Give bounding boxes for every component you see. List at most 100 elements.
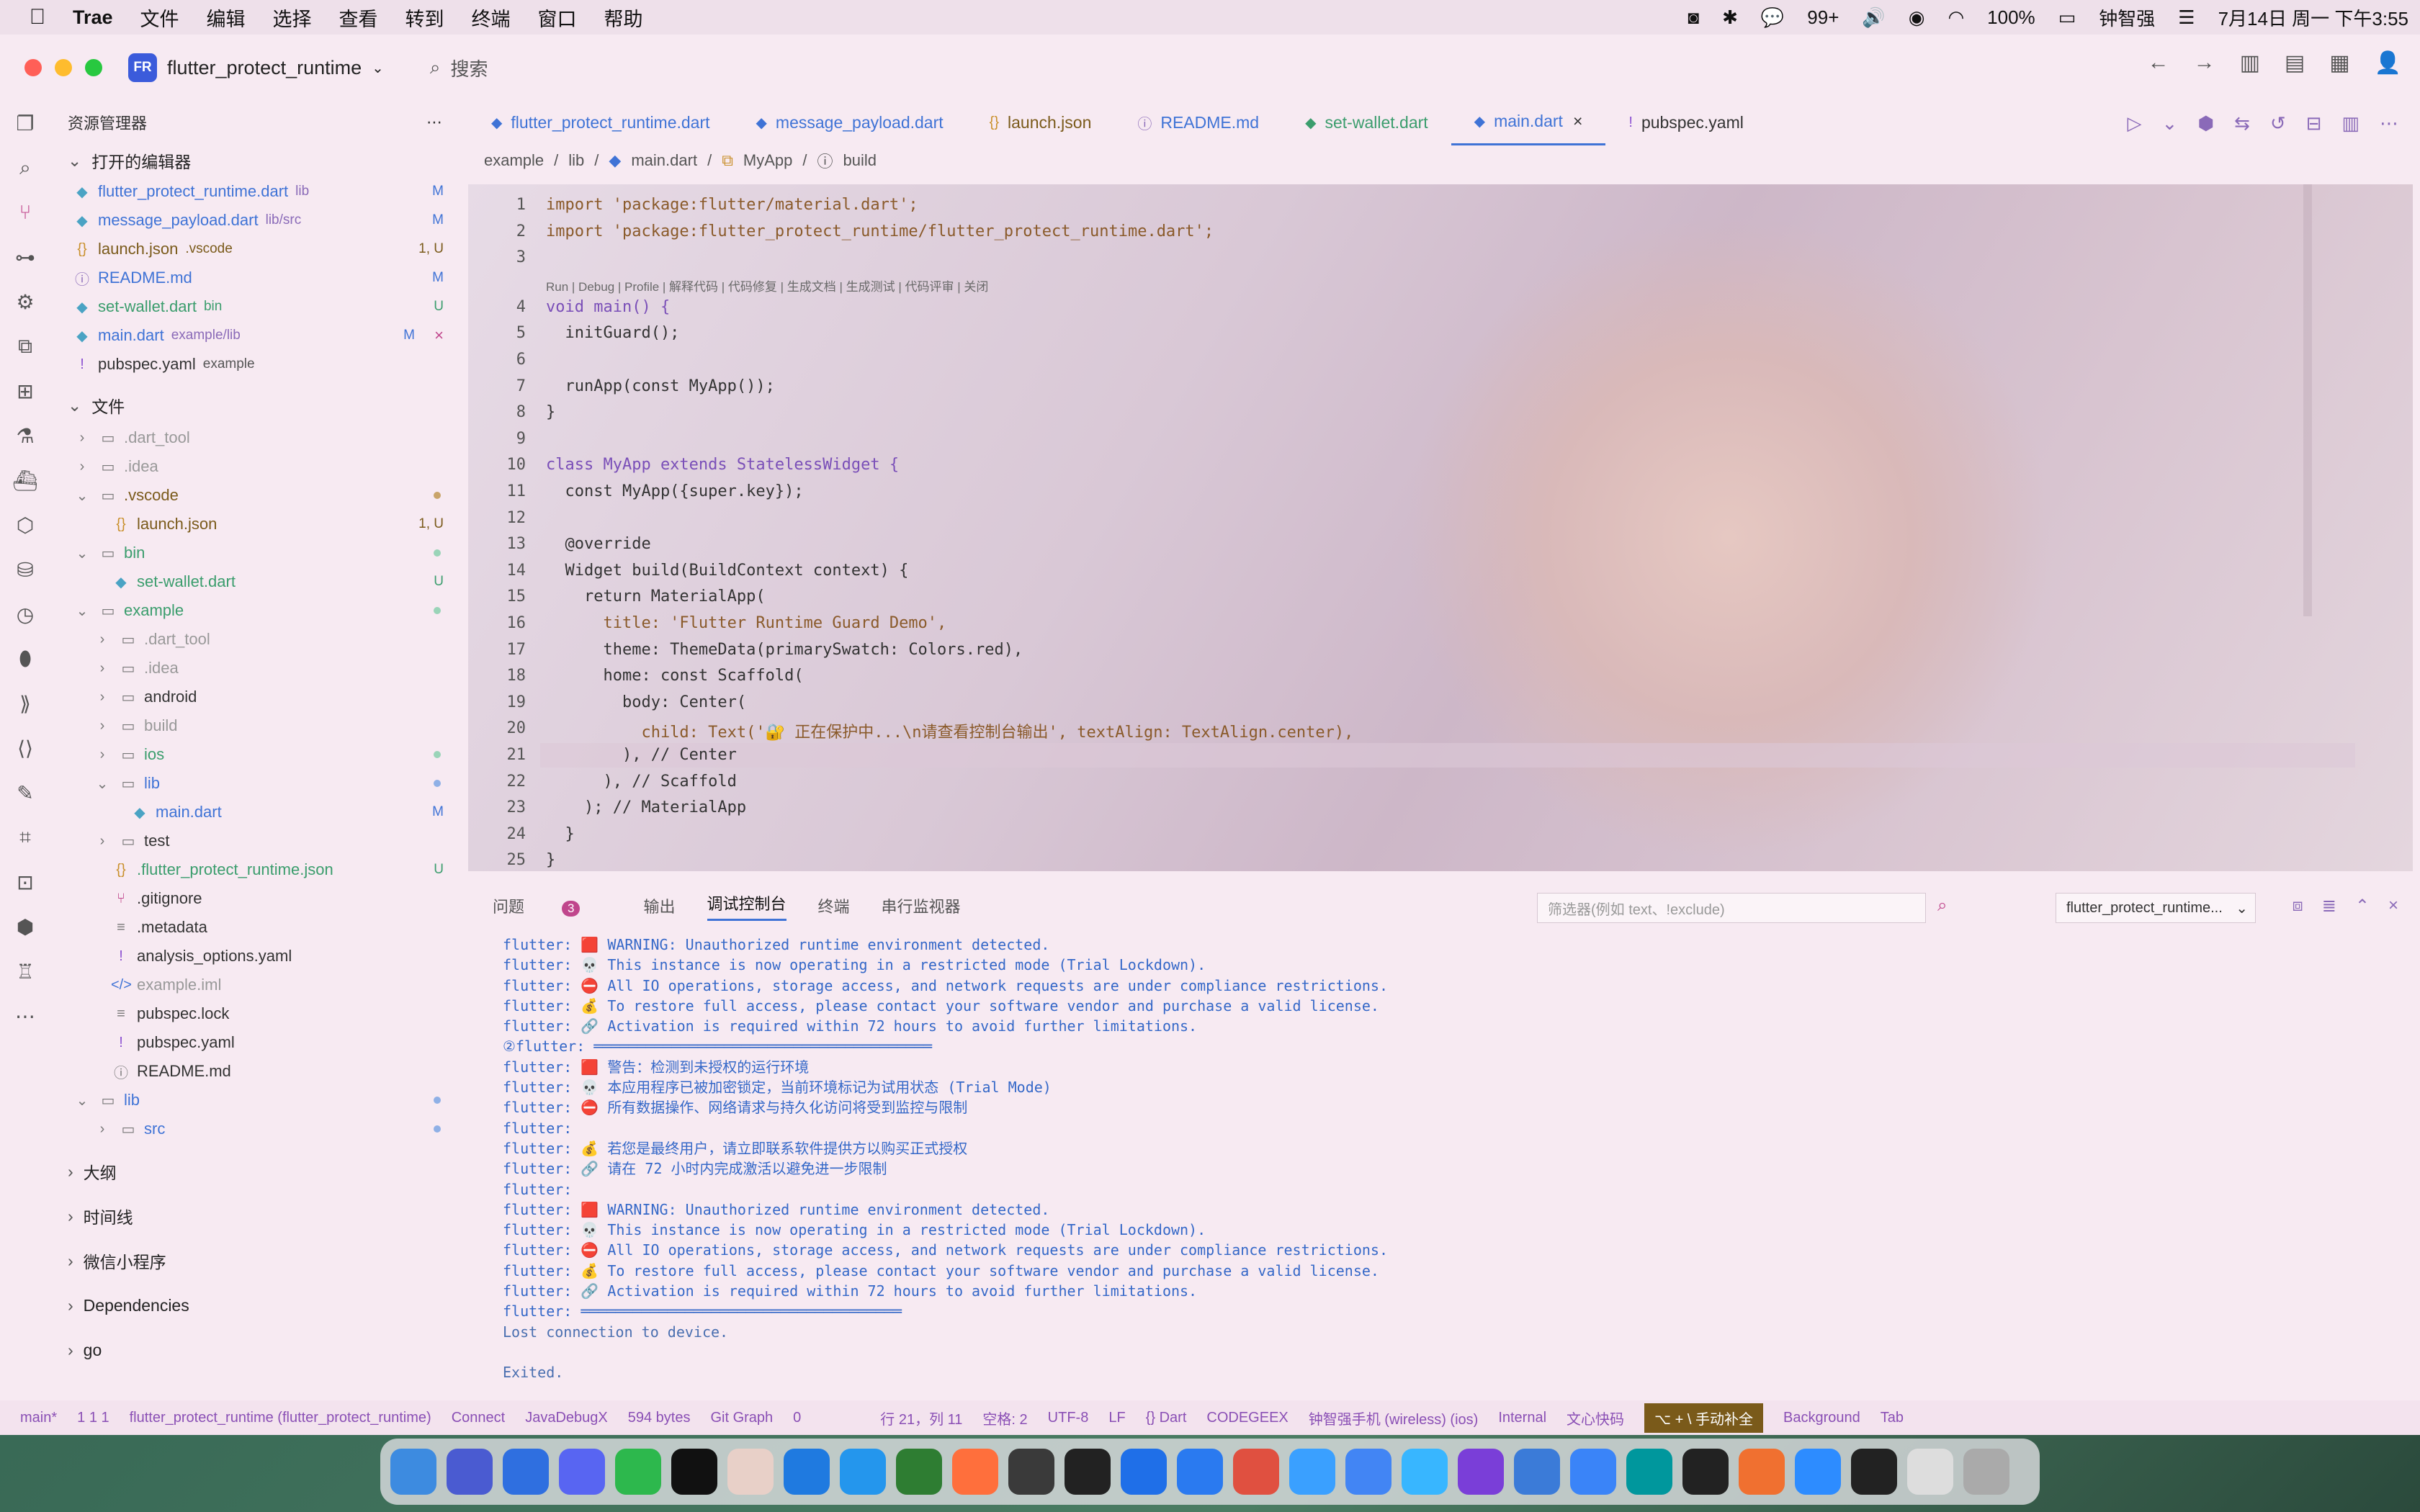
status-item[interactable]: 1 1 1 — [77, 1410, 109, 1426]
screenshot-icon[interactable]: ◙ — [1688, 6, 1699, 29]
status-item[interactable]: 文心快码 — [1567, 1408, 1624, 1428]
dock-app-icon[interactable] — [1345, 1449, 1392, 1495]
package-icon[interactable]: ⬡ — [0, 503, 50, 547]
tree-folder[interactable]: › ▭ .dart_tool — [50, 625, 462, 654]
tree-folder[interactable]: › ▭ src — [50, 1115, 462, 1143]
dependencies-section[interactable]: › Dependencies — [50, 1283, 462, 1328]
dock-app-icon[interactable] — [784, 1449, 830, 1495]
code-line[interactable]: class MyApp extends StatelessWidget { — [546, 456, 899, 474]
menu-view[interactable]: 查看 — [339, 4, 378, 32]
dock-app-icon[interactable] — [1289, 1449, 1335, 1495]
minimize-window-button[interactable] — [55, 59, 72, 76]
tree-folder[interactable]: › ▭ .dart_tool — [50, 423, 462, 452]
open-editor-item[interactable]: ◆ message_payload.dart lib/src M — [50, 206, 462, 235]
more-icon[interactable]: ⋯ — [2380, 112, 2398, 135]
tree-folder[interactable]: › ▭ ios — [50, 740, 462, 769]
timer-icon[interactable]: ◷ — [0, 592, 50, 636]
tree-folder[interactable]: ⌄ ▭ .vscode — [50, 481, 462, 510]
battery-percent[interactable]: 100% — [1987, 6, 2035, 29]
dock-app-icon[interactable] — [1121, 1449, 1167, 1495]
status-item[interactable]: Background — [1783, 1410, 1860, 1426]
battery-icon[interactable]: ▭ — [2058, 6, 2076, 29]
status-item[interactable]: JavaDebugX — [525, 1410, 608, 1426]
timeline-section[interactable]: › 时间线 — [50, 1194, 462, 1238]
database-icon[interactable]: ⛁ — [0, 547, 50, 592]
tab-terminal[interactable]: 终端 — [818, 894, 850, 917]
apple-icon[interactable]:  — [16, 5, 59, 30]
tab-launch-json[interactable]: {} launch.json — [967, 101, 1115, 144]
tree-file[interactable]: {} .flutter_protect_runtime.json U — [50, 855, 462, 884]
extensions-icon[interactable]: ⊞ — [0, 369, 50, 413]
status-item[interactable]: 594 bytes — [628, 1410, 691, 1426]
source-control-icon[interactable]: ⑂ — [0, 190, 50, 235]
menu-goto[interactable]: 转到 — [405, 4, 444, 32]
split-icon[interactable]: ⊟ — [2306, 112, 2322, 135]
back-arrow-icon[interactable]: ← — [2148, 50, 2169, 76]
clock[interactable]: 7月14日 周一 下午3:55 — [2218, 4, 2408, 31]
tab-serial-monitor[interactable]: 串行监视器 — [882, 894, 961, 917]
dock-app-icon[interactable] — [1065, 1449, 1111, 1495]
chevron-up-icon[interactable]: ⌃ — [2355, 896, 2370, 917]
dock-app-icon[interactable] — [559, 1449, 605, 1495]
code-line[interactable]: title: 'Flutter Runtime Guard Demo', — [546, 614, 946, 632]
tree-folder[interactable]: ⌄ ▭ example — [50, 596, 462, 625]
wechat-miniprogram-section[interactable]: › 微信小程序 — [50, 1238, 462, 1283]
dock-app-icon[interactable] — [1851, 1449, 1897, 1495]
code-line[interactable]: home: const Scaffold( — [546, 667, 803, 685]
tab-debug-console[interactable]: 调试控制台 — [707, 891, 786, 921]
status-item[interactable]: main* — [20, 1410, 57, 1426]
close-window-button[interactable] — [24, 59, 42, 76]
status-item[interactable]: flutter_protect_runtime (flutter_protect… — [130, 1410, 431, 1426]
tree-folder[interactable]: › ▭ .idea — [50, 452, 462, 481]
toggle-sidebar-icon[interactable]: ▥ — [2240, 50, 2260, 76]
code-line[interactable]: runApp(const MyApp()); — [546, 377, 774, 395]
split-editor-icon[interactable]: ▥ — [2341, 112, 2360, 135]
tree-folder[interactable]: › ▭ build — [50, 711, 462, 740]
tree-file[interactable]: ⑂ .gitignore — [50, 884, 462, 913]
flutter-icon[interactable]: ⟫ — [0, 681, 50, 726]
git-icon[interactable]: ⊶ — [0, 235, 50, 279]
tree-file[interactable]: ⓘ README.md — [50, 1057, 462, 1086]
dock-app-icon[interactable] — [447, 1449, 493, 1495]
status-item[interactable]: 钟智强手机 (wireless) (ios) — [1309, 1408, 1479, 1428]
run-icon[interactable]: ▷ — [2128, 112, 2142, 135]
code-line[interactable]: return MaterialApp( — [546, 588, 766, 606]
tree-folder[interactable]: › ▭ .idea — [50, 654, 462, 683]
dock-app-icon[interactable] — [1907, 1449, 1953, 1495]
codelens[interactable]: Run | Debug | Profile | 解释代码 | 代码修复 | 生成… — [546, 276, 988, 294]
code-line[interactable]: Widget build(BuildContext context) { — [546, 562, 908, 580]
dock-app-icon[interactable] — [1682, 1449, 1729, 1495]
notification-count[interactable]: 99+ — [1807, 6, 1839, 29]
explorer-icon[interactable]: ❐ — [0, 101, 50, 145]
tree-folder[interactable]: ⌄ ▭ lib — [50, 1086, 462, 1115]
box-icon[interactable]: ⊡ — [0, 860, 50, 904]
testing-icon[interactable]: ⚗ — [0, 413, 50, 458]
breadcrumb-item[interactable]: lib — [568, 151, 584, 170]
code-line[interactable]: @override — [546, 535, 650, 553]
tab-problems[interactable]: 问题 3 — [493, 894, 611, 917]
dock-app-icon[interactable] — [1008, 1449, 1054, 1495]
open-editor-item[interactable]: {} launch.json .vscode 1, U — [50, 235, 462, 264]
debug-icon[interactable]: ⚙ — [0, 279, 50, 324]
remote-icon[interactable]: ⧉ — [0, 324, 50, 369]
dock-app-icon[interactable] — [727, 1449, 774, 1495]
user-name[interactable]: 钟智强 — [2099, 4, 2155, 31]
wechat-icon[interactable]: 💬 — [1761, 6, 1784, 29]
code-line[interactable]: const MyApp({super.key}); — [546, 482, 803, 500]
dock-app-icon[interactable] — [1233, 1449, 1279, 1495]
menu-select[interactable]: 选择 — [273, 4, 312, 32]
status-item[interactable]: Internal — [1498, 1410, 1546, 1426]
menu-window[interactable]: 窗口 — [538, 4, 577, 32]
volume-icon[interactable]: 🔊 — [1862, 6, 1885, 29]
open-editors-section[interactable]: ⌄ 打开的编辑器 — [50, 144, 462, 177]
tree-folder[interactable]: ⌄ ▭ bin — [50, 539, 462, 567]
code-line[interactable]: import 'package:flutter/material.dart'; — [546, 196, 918, 214]
code-line[interactable]: import 'package:flutter_protect_runtime/… — [546, 222, 1214, 240]
code-icon[interactable]: ⟨⟩ — [0, 726, 50, 770]
dock-app-icon[interactable] — [1626, 1449, 1672, 1495]
history-icon[interactable]: ↺ — [2270, 112, 2286, 135]
dock-app-icon[interactable] — [1739, 1449, 1785, 1495]
status-item[interactable]: CODEGEEX — [1206, 1410, 1288, 1426]
open-editor-item[interactable]: ◆ main.dart example/lib M × — [50, 321, 462, 350]
status-item[interactable]: 行 21，列 11 — [880, 1408, 962, 1428]
